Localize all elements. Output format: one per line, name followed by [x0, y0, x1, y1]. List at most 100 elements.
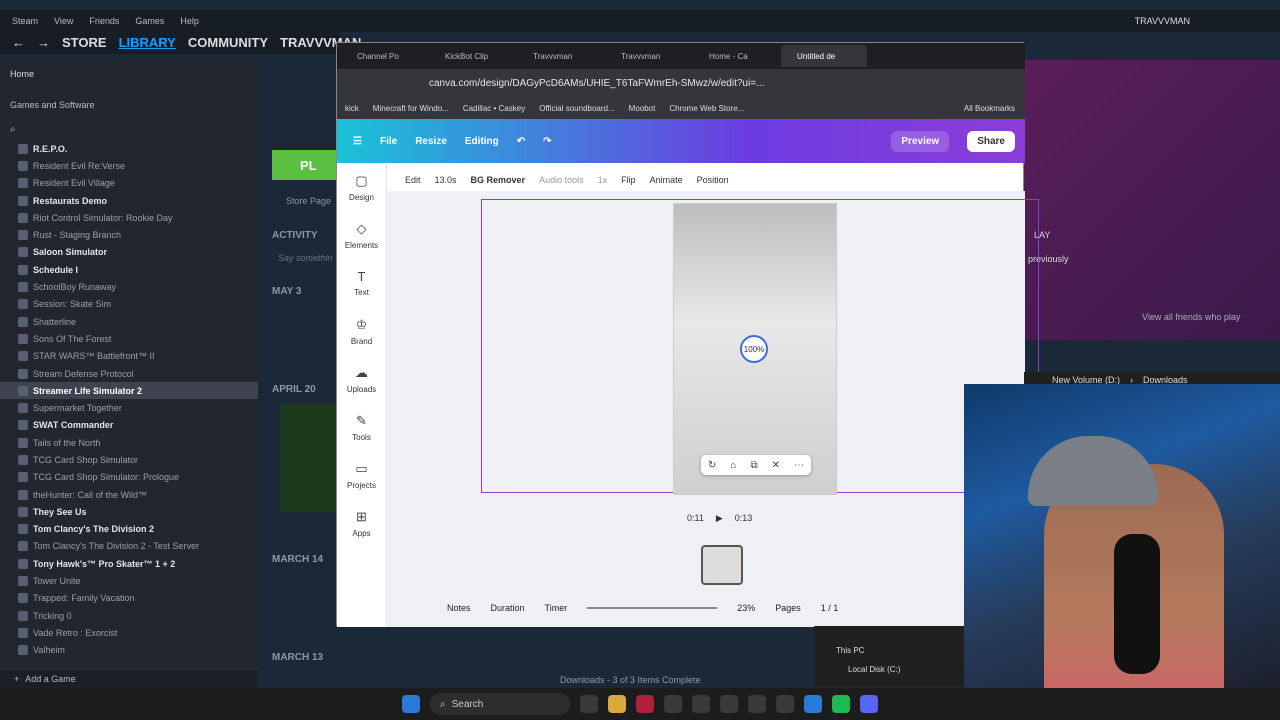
flip-button[interactable]: Flip [621, 175, 636, 185]
tree-local-disk[interactable]: Local Disk (C:) [814, 655, 964, 674]
side-item-tools[interactable]: ✎ Tools [337, 403, 386, 451]
bookmark-kick[interactable]: kick [345, 104, 359, 113]
menu-icon[interactable]: ☰ [353, 136, 362, 147]
game-list-item[interactable]: TCG Card Shop Simulator [0, 451, 258, 468]
game-list-item[interactable]: SWAT Commander [0, 417, 258, 434]
nav-community[interactable]: COMMUNITY [188, 35, 268, 50]
home-link[interactable]: Home [0, 64, 258, 84]
app-icon[interactable] [636, 695, 654, 713]
side-item-design[interactable]: ▢ Design [337, 163, 386, 211]
game-list-item[interactable]: Stream Defense Protocol [0, 365, 258, 382]
chrome-icon[interactable] [804, 695, 822, 713]
address-bar[interactable]: canva.com/design/DAGyPcD6AMs/UHIE_T6TaFW… [337, 69, 1025, 97]
trash-icon[interactable]: ✕ [772, 460, 780, 471]
tab-home-canva[interactable]: Home - Ca [693, 45, 779, 67]
app-icon-4[interactable] [748, 695, 766, 713]
zoom-slider[interactable] [587, 607, 718, 609]
say-something-input[interactable]: Say somethin [278, 253, 333, 263]
duplicate-icon[interactable]: ⧉ [750, 460, 757, 471]
file-menu[interactable]: File [380, 136, 397, 147]
steam-menu-games[interactable]: Games [135, 16, 164, 26]
game-list-item[interactable]: They See Us [0, 503, 258, 520]
steam-menu-help[interactable]: Help [180, 16, 199, 26]
page-thumbnail[interactable]: 1 [701, 545, 743, 585]
game-list-item[interactable]: Rust - Staging Branch [0, 226, 258, 243]
side-item-text[interactable]: T Text [337, 259, 386, 307]
opera-icon[interactable] [580, 695, 598, 713]
resize-button[interactable]: Resize [415, 136, 447, 147]
game-list-item[interactable]: Schedule I [0, 261, 258, 278]
settings-icon[interactable] [776, 695, 794, 713]
bookmark-soundboard[interactable]: Official soundboard... [539, 104, 614, 113]
game-list-item[interactable]: R.E.P.O. [0, 140, 258, 157]
steam-menu-friends[interactable]: Friends [89, 16, 119, 26]
nav-store[interactable]: STORE [62, 35, 107, 50]
edit-button[interactable]: Edit [405, 175, 421, 185]
taskbar-search[interactable]: ⌕ Search [430, 693, 570, 715]
bookmark-moobot[interactable]: Moobot [629, 104, 656, 113]
game-list-item[interactable]: Saloon Simulator [0, 244, 258, 261]
refresh-icon[interactable]: ↻ [708, 460, 716, 471]
duration-chip[interactable]: 13.0s [435, 175, 457, 185]
spotify-icon[interactable] [832, 695, 850, 713]
file-explorer-icon[interactable] [608, 695, 626, 713]
position-button[interactable]: Position [697, 175, 729, 185]
tab-untitled-design[interactable]: Untitled de [781, 45, 867, 67]
bookmark-chrome-store[interactable]: Chrome Web Store... [669, 104, 744, 113]
tree-this-pc[interactable]: This PC [814, 626, 964, 655]
all-bookmarks[interactable]: All Bookmarks [964, 104, 1015, 113]
lock-icon[interactable]: ⌂ [730, 460, 736, 471]
game-list-item[interactable]: Tom Clancy's The Division 2 [0, 521, 258, 538]
steam-icon[interactable] [664, 695, 682, 713]
editing-dropdown[interactable]: Editing [465, 136, 499, 147]
steam-menu-steam[interactable]: Steam [12, 16, 38, 26]
undo-icon[interactable]: ↶ [517, 136, 525, 147]
view-all-friends-link[interactable]: View all friends who play [1142, 312, 1240, 322]
game-list-item[interactable]: Resident Evil Re:Verse [0, 157, 258, 174]
game-list-item[interactable]: Streamer Life Simulator 2 [0, 382, 258, 400]
game-list-item[interactable]: Supermarket Together [0, 399, 258, 416]
steam-menu-view[interactable]: View [54, 16, 73, 26]
game-list-item[interactable]: Trapped: Family Vacation [0, 590, 258, 607]
tab-travvvman-1[interactable]: Travvvman [517, 45, 603, 67]
play-icon[interactable]: ▶ [716, 513, 723, 524]
game-list-item[interactable]: Riot Control Simulator: Rookie Day [0, 209, 258, 226]
game-list-item[interactable]: Tower Unite [0, 572, 258, 589]
notes-button[interactable]: Notes [447, 603, 471, 613]
app-icon-2[interactable] [692, 695, 710, 713]
speed-button[interactable]: 1x [598, 175, 608, 185]
game-list-item[interactable]: SchoolBoy Runaway [0, 278, 258, 295]
game-list-item[interactable]: Tony Hawk's™ Pro Skater™ 1 + 2 [0, 555, 258, 572]
game-list-item[interactable]: Restaurats Demo [0, 192, 258, 209]
tab-travvvman-2[interactable]: Travvvman [605, 45, 691, 67]
preview-button[interactable]: Preview [891, 130, 950, 152]
discord-icon[interactable] [860, 695, 878, 713]
pages-button[interactable]: Pages [775, 603, 801, 613]
side-item-apps[interactable]: ⊞ Apps [337, 499, 386, 547]
game-list-item[interactable]: Tricking 0 [0, 607, 258, 624]
side-item-projects[interactable]: ▭ Projects [337, 451, 386, 499]
side-item-uploads[interactable]: ☁ Uploads [337, 355, 386, 403]
games-filter-dropdown[interactable]: Games and Software [6, 96, 252, 114]
windows-start-icon[interactable] [402, 695, 420, 713]
animate-button[interactable]: Animate [650, 175, 683, 185]
tab-channel-points[interactable]: Channel Po [341, 45, 427, 67]
game-list-item[interactable]: Sons Of The Forest [0, 330, 258, 347]
side-item-elements[interactable]: ◇ Elements [337, 211, 386, 259]
forward-arrow-icon[interactable]: → [37, 35, 50, 50]
nav-library[interactable]: LIBRARY [119, 35, 176, 50]
duration-button[interactable]: Duration [491, 603, 525, 613]
game-list-item[interactable]: TCG Card Shop Simulator: Prologue [0, 469, 258, 486]
game-list-item[interactable]: Vade Retro : Exorcist [0, 624, 258, 641]
game-list-item[interactable]: Resident Evil Village [0, 175, 258, 192]
game-list-item[interactable]: Tom Clancy's The Division 2 - Test Serve… [0, 538, 258, 555]
play-button[interactable]: PL [272, 150, 342, 180]
add-game-button[interactable]: + Add a Game [0, 670, 258, 688]
share-button[interactable]: Share [967, 130, 1015, 152]
app-icon-3[interactable] [720, 695, 738, 713]
timer-button[interactable]: Timer [545, 603, 568, 613]
bg-remover-button[interactable]: BG Remover [471, 175, 526, 185]
audio-tools-button[interactable]: Audio tools [539, 175, 584, 185]
game-list-item[interactable]: STAR WARS™ Battlefront™ II [0, 348, 258, 365]
game-list-item[interactable]: Shatterline [0, 313, 258, 330]
